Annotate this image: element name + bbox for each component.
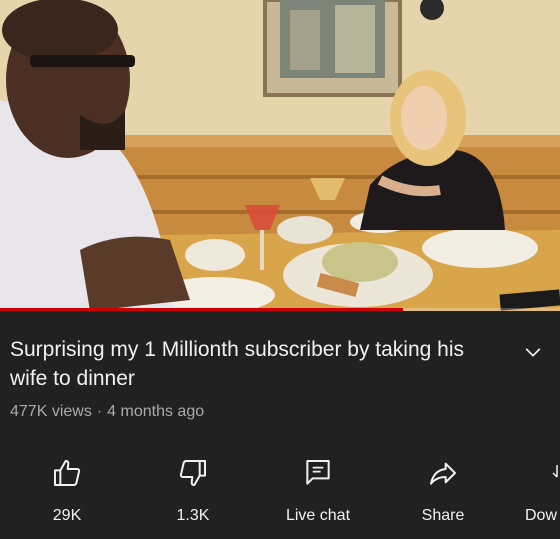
dislike-count: 1.3K xyxy=(176,507,210,524)
download-button[interactable]: Dow xyxy=(512,456,560,525)
like-button[interactable]: 29K xyxy=(17,456,117,525)
video-info: Surprising my 1 Millionth subscriber by … xyxy=(0,311,560,421)
chevron-down-icon[interactable] xyxy=(522,341,544,363)
action-bar: 29K 1.3K Live chat Share Dow xyxy=(0,456,560,536)
share-arrow-icon xyxy=(430,462,456,485)
video-player[interactable] xyxy=(0,0,560,311)
dislike-button[interactable]: 1.3K xyxy=(143,456,243,525)
meta-separator: · xyxy=(96,403,103,420)
live-chat-button[interactable]: Live chat xyxy=(268,456,368,525)
thumbs-down-icon xyxy=(179,460,206,486)
live-chat-label: Live chat xyxy=(285,507,351,524)
download-icon xyxy=(552,465,558,478)
video-frame xyxy=(0,0,560,311)
video-meta[interactable]: 477K views · 4 months ago xyxy=(10,403,500,421)
video-title[interactable]: Surprising my 1 Millionth subscriber by … xyxy=(10,335,500,393)
view-count: 477K views xyxy=(10,403,92,420)
share-label: Share xyxy=(421,507,465,524)
chat-icon xyxy=(306,460,330,485)
like-count: 29K xyxy=(52,507,82,524)
upload-age: 4 months ago xyxy=(107,403,205,420)
thumbs-up-icon xyxy=(54,460,81,486)
download-label: Dow xyxy=(525,507,558,524)
share-button[interactable]: Share xyxy=(393,456,493,525)
